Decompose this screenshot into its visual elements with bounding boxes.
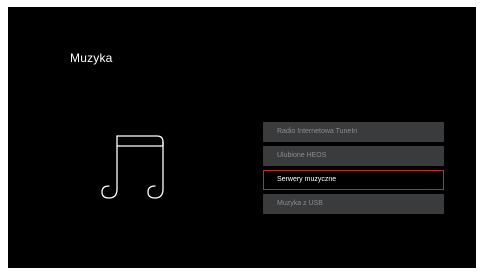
menu-item-usb-music[interactable]: Muzyka z USB [263,194,444,214]
music-note-icon [101,135,164,199]
source-menu: Radio Internetowa TuneIn Ulubione HEOS S… [263,122,444,218]
menu-item-tunein[interactable]: Radio Internetowa TuneIn [263,122,444,142]
menu-item-music-servers[interactable]: Serwery muzyczne [263,170,444,190]
menu-item-label: Radio Internetowa TuneIn [277,128,358,135]
menu-item-label: Muzyka z USB [277,200,323,207]
tv-screen: Muzyka Radio Internetowa TuneIn Ulubione… [8,7,476,268]
page-title: Muzyka [70,51,113,65]
menu-item-heos-favorites[interactable]: Ulubione HEOS [263,146,444,166]
menu-item-label: Ulubione HEOS [277,152,327,159]
menu-item-label: Serwery muzyczne [277,176,337,183]
